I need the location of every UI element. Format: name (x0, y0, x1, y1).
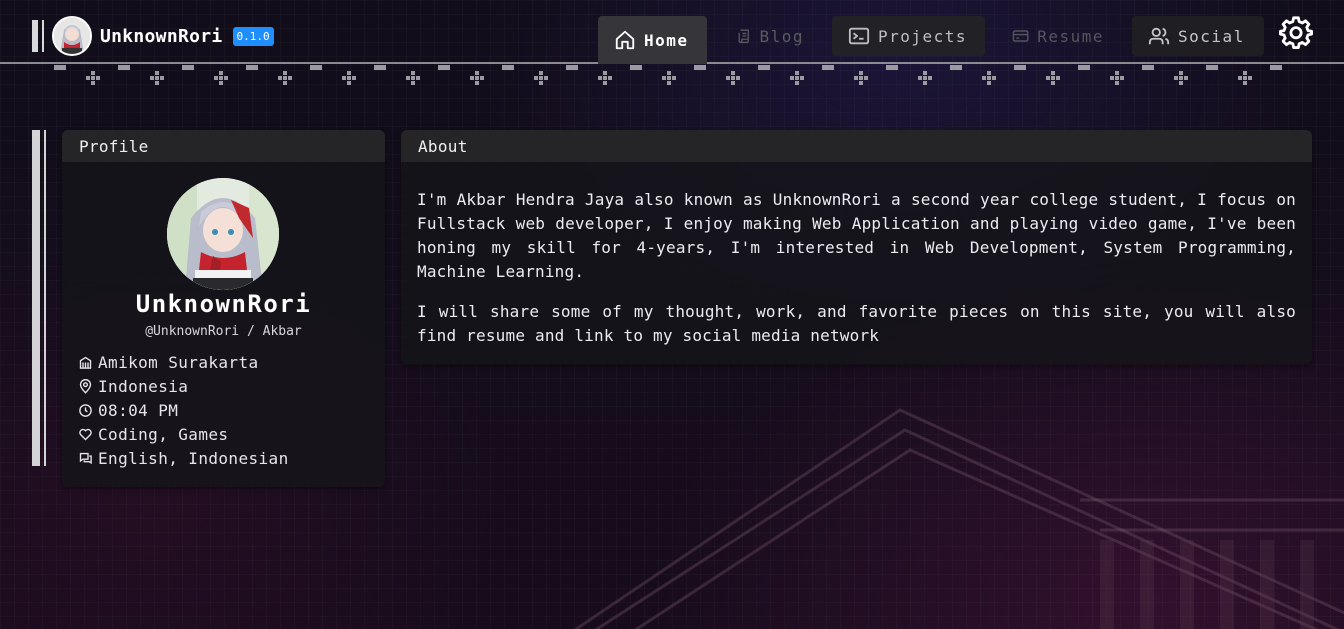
profile-card: Profile UnknownRori @UnknownRori / Akbar… (62, 130, 385, 487)
decorative-diamond (1110, 71, 1124, 85)
decorative-diamond (1174, 71, 1188, 85)
decorative-dash (886, 65, 898, 70)
heart-icon (79, 428, 92, 440)
decorative-diamond (342, 71, 356, 85)
decorative-diamond (982, 71, 996, 85)
decorative-dash (1142, 65, 1154, 70)
decorative-dash (502, 65, 514, 70)
decorative-dash (758, 65, 770, 70)
clock-icon (79, 403, 92, 417)
decorative-dash (118, 65, 130, 70)
terminal-icon (848, 27, 870, 45)
nav-social[interactable]: Social (1132, 16, 1264, 56)
decorative-diamond (726, 71, 740, 85)
decorative-diamond (1238, 71, 1252, 85)
nav-home[interactable]: Home (598, 16, 707, 64)
card-icon (1012, 30, 1029, 42)
decorative-diamond (790, 71, 804, 85)
decorative-diamond (662, 71, 676, 85)
decorative-diamond (406, 71, 420, 85)
decorative-dash (246, 65, 258, 70)
info-hobbies: Coding, Games (78, 422, 289, 446)
profile-handle: @UnknownRori / Akbar (145, 324, 302, 339)
nav-projects-label: Projects (878, 26, 968, 46)
info-location: Indonesia (78, 374, 289, 398)
decorative-strip (54, 64, 1304, 86)
gear-icon[interactable] (1279, 15, 1313, 49)
profile-avatar (167, 178, 279, 290)
decorative-dash (822, 65, 834, 70)
building-background (573, 408, 1344, 629)
location-pin-icon (79, 378, 92, 394)
decorative-diamond (1046, 71, 1060, 85)
nav-resume-label: Resume (1037, 26, 1104, 46)
brand-bar (32, 20, 38, 52)
decorative-diamond (854, 71, 868, 85)
nav-blog-label: Blog (759, 26, 804, 46)
decorative-dash (438, 65, 450, 70)
decorative-dash (1270, 65, 1282, 70)
info-time: 08:04 PM (78, 398, 289, 422)
decorative-diamond (598, 71, 612, 85)
decorative-diamond (214, 71, 228, 85)
decorative-dash (694, 65, 706, 70)
side-bar (32, 130, 40, 466)
building-icon (79, 356, 92, 369)
decorative-diamond (470, 71, 484, 85)
info-location-text: Indonesia (98, 376, 189, 396)
nav-projects[interactable]: Projects (832, 16, 985, 56)
decorative-dash (310, 65, 322, 70)
navbar: UnknownRori 0.1.0 Home Blog Projects Res… (0, 0, 1344, 64)
version-badge: 0.1.0 (232, 26, 274, 46)
nav-blog[interactable]: Blog (720, 16, 820, 56)
info-languages: English, Indonesian (78, 446, 289, 470)
info-hobbies-text: Coding, Games (98, 424, 229, 444)
decorative-diamond (150, 71, 164, 85)
about-card: About I'm Akbar Hendra Jaya also known a… (401, 130, 1312, 364)
decorative-dash (630, 65, 642, 70)
decorative-diamond (918, 71, 932, 85)
decorative-dash (1014, 65, 1026, 70)
brand-avatar[interactable] (52, 16, 92, 56)
nav-resume[interactable]: Resume (996, 16, 1120, 56)
side-bar-thin (44, 130, 46, 466)
about-paragraph-2: I will share some of my thought, work, a… (417, 302, 1296, 345)
brand-title[interactable]: UnknownRori (100, 26, 223, 47)
decorative-dash (182, 65, 194, 70)
decorative-diamond (86, 71, 100, 85)
brand[interactable]: UnknownRori 0.1.0 (32, 16, 274, 56)
decorative-dash (54, 65, 66, 70)
info-school-text: Amikom Surakarta (98, 352, 259, 372)
decorative-diamond (278, 71, 292, 85)
about-body: I'm Akbar Hendra Jaya also known as Unkn… (401, 162, 1312, 348)
about-header: About (401, 130, 1312, 162)
decorative-dash (566, 65, 578, 70)
decorative-dash (1078, 65, 1090, 70)
decorative-dash (950, 65, 962, 70)
decorative-diamond (534, 71, 548, 85)
decorative-dash (1206, 65, 1218, 70)
profile-info-list: Amikom Surakarta Indonesia 08:04 PM Codi… (78, 350, 289, 470)
about-paragraph-1: I'm Akbar Hendra Jaya also known as Unkn… (417, 190, 1296, 281)
nav-social-label: Social (1178, 26, 1245, 46)
nav-home-label: Home (644, 30, 689, 50)
info-languages-text: English, Indonesian (98, 448, 289, 468)
profile-name: UnknownRori (135, 290, 312, 318)
info-time-text: 08:04 PM (98, 400, 179, 420)
info-school: Amikom Surakarta (78, 350, 289, 374)
users-icon (1148, 27, 1170, 45)
scroll-icon (738, 29, 749, 44)
chat-icon (79, 452, 92, 464)
profile-header: Profile (62, 130, 385, 162)
decorative-dash (374, 65, 386, 70)
brand-bar-thin (42, 20, 44, 52)
home-icon (615, 30, 635, 50)
